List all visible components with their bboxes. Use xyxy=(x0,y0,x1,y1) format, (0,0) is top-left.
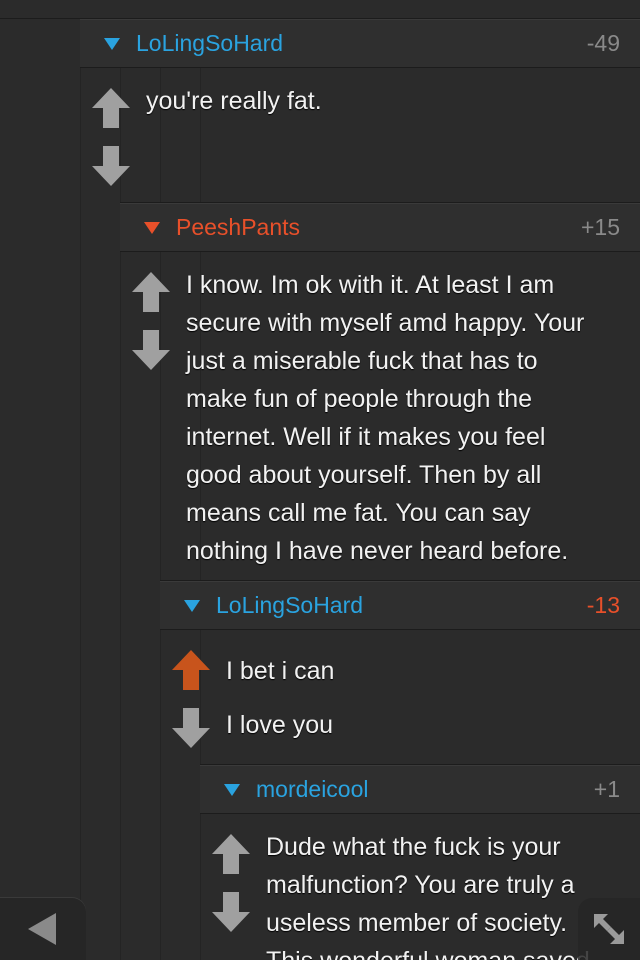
comment-line: internet. Well if it makes you feel xyxy=(186,423,546,451)
upvote-arrow-icon[interactable] xyxy=(92,88,130,128)
comment-username[interactable]: LoLingSoHard xyxy=(216,592,587,619)
back-arrow-icon xyxy=(28,913,56,945)
back-button[interactable] xyxy=(0,898,86,960)
downvote-arrow-icon[interactable] xyxy=(172,708,210,748)
comment-thread: LoLingSoHard -49 you're really fat. Pees… xyxy=(0,0,640,960)
comment-text: Dude what the fuck is your malfunction? … xyxy=(266,828,628,960)
comment-line: you're really fat. xyxy=(146,87,322,115)
comment-body: I know. Im ok with it. At least I am sec… xyxy=(120,252,640,580)
downvote-arrow-icon[interactable] xyxy=(132,330,170,370)
comment-line: secure with myself amd happy. Your xyxy=(186,309,585,337)
collapse-button[interactable] xyxy=(578,898,640,960)
upvote-arrow-icon[interactable] xyxy=(132,272,170,312)
comment-header[interactable]: LoLingSoHard -49 xyxy=(80,18,640,68)
collapse-icon xyxy=(594,914,624,944)
comment-line: just a miserable fuck that has to xyxy=(186,347,538,375)
collapse-caret-icon[interactable] xyxy=(184,600,200,612)
comment-text: I bet i can I love you xyxy=(226,644,628,752)
comment-header[interactable]: LoLingSoHard -13 xyxy=(160,580,640,630)
comment-body: Dude what the fuck is your malfunction? … xyxy=(200,814,640,960)
comment-username[interactable]: PeeshPants xyxy=(176,214,581,241)
comment-text: you're really fat. xyxy=(146,82,628,120)
comment-line: Dude what the fuck is your xyxy=(266,833,561,861)
comment-score: -13 xyxy=(586,591,620,618)
comment-line: useless member of society. xyxy=(266,909,568,937)
comment-line: This wonderful woman saved xyxy=(266,942,628,960)
comment-username[interactable]: mordeicool xyxy=(256,776,594,803)
comment-username[interactable]: LoLingSoHard xyxy=(136,30,587,57)
comment-line: means call me fat. You can say xyxy=(186,499,531,527)
comment-line: malfunction? You are truly a xyxy=(266,871,575,899)
comment-score: +15 xyxy=(580,213,620,240)
collapse-caret-icon[interactable] xyxy=(144,222,160,234)
comment-score: -49 xyxy=(586,29,620,56)
comment-body: I bet i can I love you xyxy=(160,630,640,764)
upvote-arrow-icon[interactable] xyxy=(212,834,250,874)
comment-line: I know. Im ok with it. At least I am xyxy=(186,271,555,299)
downvote-arrow-icon[interactable] xyxy=(92,146,130,186)
comment-score: +1 xyxy=(593,775,620,802)
downvote-arrow-icon[interactable] xyxy=(212,892,250,932)
comment-line: I love you xyxy=(226,711,334,739)
comment-text: I know. Im ok with it. At least I am sec… xyxy=(186,266,628,570)
comment-line: I bet i can xyxy=(226,657,335,685)
comment-line: make fun of people through the xyxy=(186,385,533,413)
comment-header[interactable]: PeeshPants +15 xyxy=(120,202,640,252)
comment-line: nothing I have never heard before. xyxy=(186,537,569,565)
comment-line: good about yourself. Then by all xyxy=(186,461,542,489)
previous-comment-edge xyxy=(0,0,640,19)
collapse-caret-icon[interactable] xyxy=(224,784,240,796)
upvote-arrow-icon[interactable] xyxy=(172,650,210,690)
comment-header[interactable]: mordeicool +1 xyxy=(200,764,640,814)
comment-body: you're really fat. xyxy=(80,68,640,202)
collapse-caret-icon[interactable] xyxy=(104,38,120,50)
